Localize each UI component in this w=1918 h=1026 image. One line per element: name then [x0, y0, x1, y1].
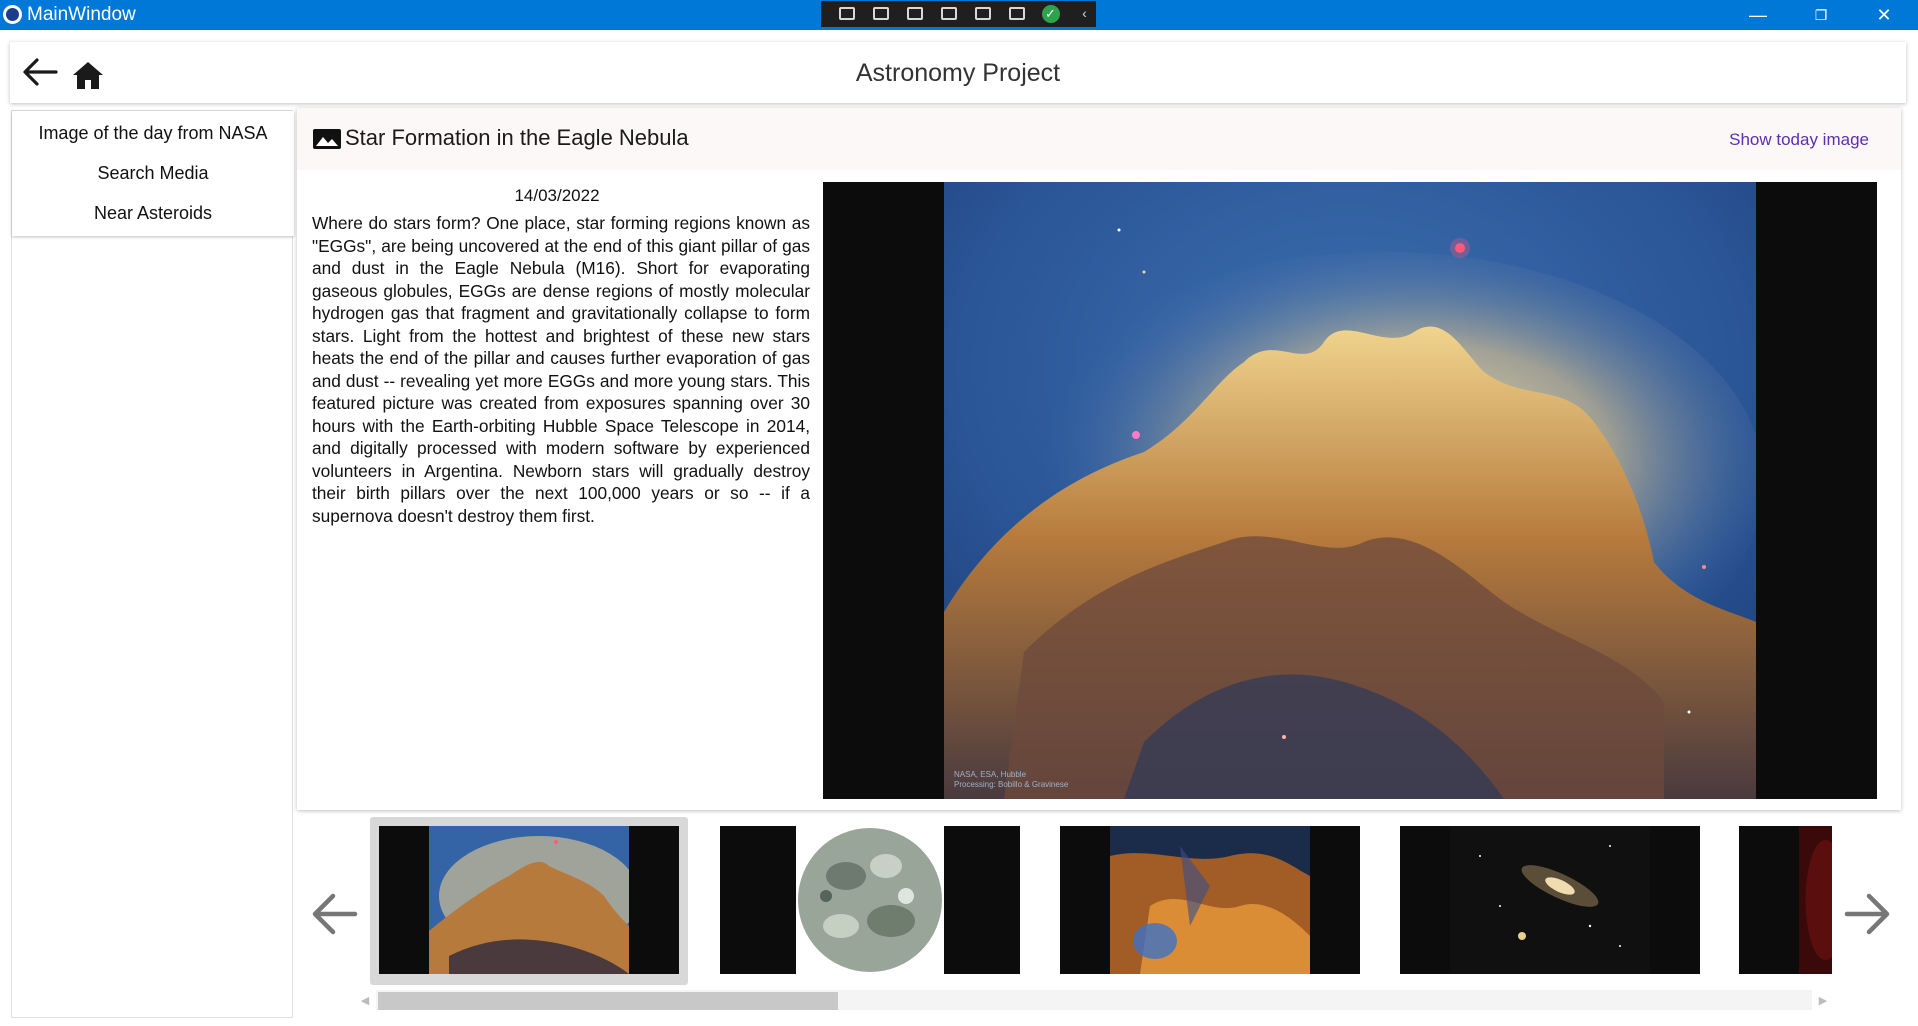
page-title: Astronomy Project — [855, 59, 1061, 87]
pointer-icon[interactable] — [903, 4, 926, 24]
thumbnail-moon[interactable] — [720, 826, 1020, 974]
window-title: MainWindow — [27, 4, 136, 25]
thumb-image-eagle-nebula — [429, 826, 629, 974]
eagle-nebula-image: NASA, ESA, Hubble Processing: Bobillo & … — [944, 182, 1756, 799]
thumbnail-gallery: ◀ ▶ — [297, 810, 1901, 1020]
image-icon — [313, 129, 341, 149]
image-credit-line1: NASA, ESA, Hubble — [954, 770, 1027, 779]
debug-toolbar: ✓ ‹ — [821, 1, 1096, 27]
thumbnail-orange-nebula[interactable] — [1060, 826, 1360, 974]
apod-explanation: Where do stars form? One place, star for… — [312, 213, 810, 526]
thumbnail-eagle-nebula[interactable] — [379, 826, 679, 974]
sidebar-item-search-media[interactable]: Search Media — [12, 151, 294, 191]
apod-image[interactable]: NASA, ESA, Hubble Processing: Bobillo & … — [823, 182, 1877, 799]
video-icon[interactable] — [869, 4, 892, 24]
collapse-icon[interactable]: ‹ — [1073, 4, 1096, 24]
minimize-button[interactable]: — — [1730, 0, 1786, 30]
image-credit-line2: Processing: Bobillo & Gravinese — [954, 780, 1069, 789]
check-icon[interactable]: ✓ — [1039, 4, 1062, 24]
restore-button[interactable]: ❐ — [1793, 0, 1849, 30]
select-element-icon[interactable] — [835, 4, 858, 24]
show-today-button[interactable]: Show today image — [1729, 130, 1869, 150]
apod-title: Star Formation in the Eagle Nebula — [345, 125, 689, 150]
gallery-prev-button[interactable] — [309, 888, 359, 940]
thumb-image-galaxy — [1450, 826, 1650, 974]
thumbnail-red-nebula[interactable] — [1739, 826, 1832, 974]
sidebar-item-near-asteroids[interactable]: Near Asteroids — [12, 191, 294, 231]
layout-icon[interactable] — [937, 4, 960, 24]
thumbnail-galaxy[interactable] — [1400, 826, 1700, 974]
track-focus-icon[interactable] — [971, 4, 994, 24]
apod-card: Star Formation in the Eagle Nebula Show … — [297, 108, 1901, 810]
app-logo-icon — [3, 5, 22, 24]
thumb-image-orange-nebula — [1110, 826, 1310, 974]
thumb-image-red-nebula — [1799, 826, 1832, 974]
hot-reload-icon[interactable] — [1005, 4, 1028, 24]
sidebar: Image of the day from NASA Search Media … — [11, 110, 294, 1018]
scroll-thumb[interactable] — [378, 992, 838, 1010]
title-bar[interactable]: MainWindow ✓ ‹ — ❐ ✕ — [0, 0, 1918, 30]
apod-date: 14/03/2022 — [514, 186, 600, 205]
scroll-right-arrow[interactable]: ▶ — [1814, 992, 1832, 1010]
gallery-next-button[interactable] — [1843, 888, 1893, 940]
sidebar-menu: Image of the day from NASA Search Media … — [12, 111, 294, 236]
close-button[interactable]: ✕ — [1856, 0, 1912, 30]
apod-card-header: Star Formation in the Eagle Nebula Show … — [297, 108, 1901, 170]
app-header: Astronomy Project — [10, 42, 1906, 103]
scroll-left-arrow[interactable]: ◀ — [356, 992, 374, 1010]
sidebar-item-image-of-day[interactable]: Image of the day from NASA — [12, 111, 294, 151]
thumb-image-moon — [796, 826, 944, 974]
gallery-scrollbar[interactable]: ◀ ▶ — [356, 990, 1832, 1010]
app-window: MainWindow ✓ ‹ — ❐ ✕ Astronomy Project I… — [0, 0, 1918, 1026]
